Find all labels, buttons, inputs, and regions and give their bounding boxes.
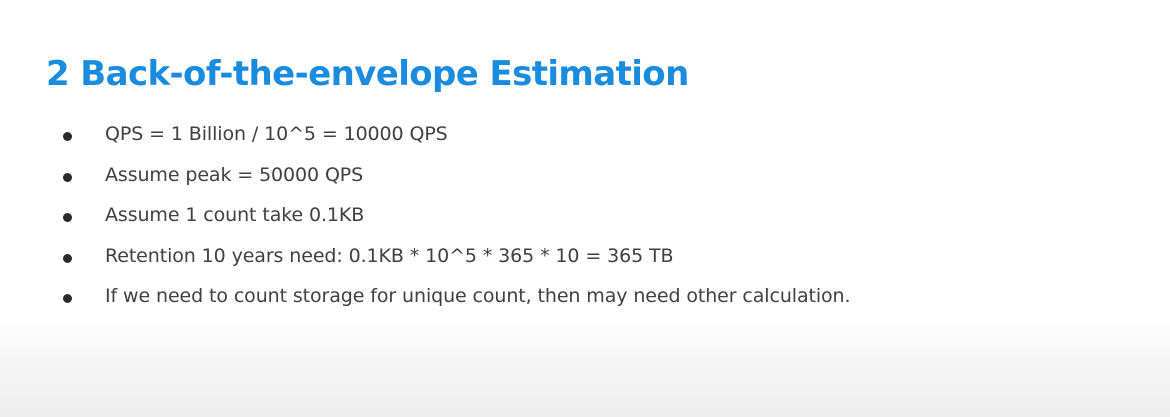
bullet-item: Assume 1 count take 0.1KB	[0, 197, 1100, 238]
bullet-text: Assume 1 count take 0.1KB	[105, 204, 365, 226]
bullet-dot-icon	[63, 172, 72, 182]
bullet-text: If we need to count storage for unique c…	[105, 285, 851, 307]
bullet-item: If we need to count storage for unique c…	[0, 278, 1100, 319]
bullet-dot-icon	[63, 213, 72, 222]
bullet-text: Assume peak = 50000 QPS	[105, 163, 364, 186]
bullet-dot-icon	[63, 132, 72, 141]
slide-title: 2 Back-of-the-envelope Estimation	[46, 54, 689, 94]
bullet-text: QPS = 1 Billion / 10^5 = 10000 QPS	[105, 123, 448, 145]
bullet-item: QPS = 1 Billion / 10^5 = 10000 QPS	[0, 116, 1100, 157]
bullet-text: Retention 10 years need: 0.1KB * 10^5 * …	[105, 244, 674, 267]
slide: 2 Back-of-the-envelope Estimation QPS = …	[0, 0, 1170, 417]
bullet-list: QPS = 1 Billion / 10^5 = 10000 QPS Assum…	[0, 116, 1100, 319]
bullet-dot-icon	[63, 294, 72, 303]
bullet-item: Assume peak = 50000 QPS	[0, 157, 1100, 198]
bullet-dot-icon	[63, 253, 72, 263]
bullet-item: Retention 10 years need: 0.1KB * 10^5 * …	[0, 238, 1100, 279]
